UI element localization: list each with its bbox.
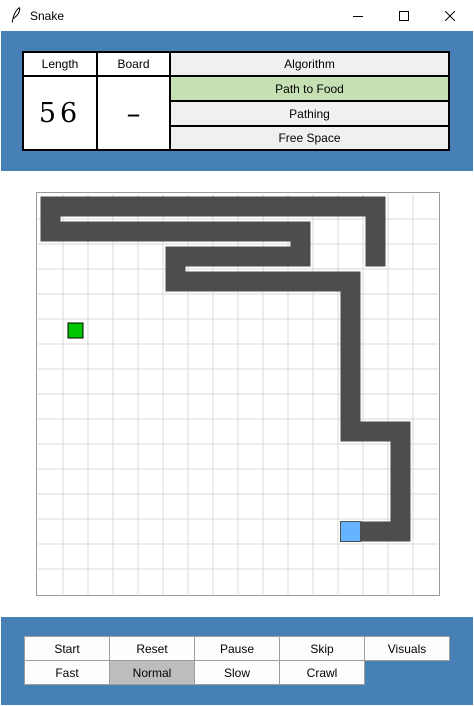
pause-button[interactable]: Pause bbox=[194, 636, 280, 661]
algorithm-option-free-space[interactable]: Free Space bbox=[171, 127, 448, 149]
length-header: Length bbox=[41, 57, 79, 71]
window-title: Snake bbox=[30, 9, 65, 23]
board-header: Board bbox=[117, 57, 150, 71]
close-icon bbox=[445, 10, 455, 21]
fast-button[interactable]: Fast bbox=[24, 660, 110, 685]
crawl-button[interactable]: Crawl bbox=[279, 660, 365, 685]
start-button[interactable]: Start bbox=[24, 636, 110, 661]
food bbox=[67, 322, 84, 339]
algorithm-option-pathing[interactable]: Pathing bbox=[171, 102, 448, 125]
board-value: – bbox=[126, 96, 141, 130]
maximize-button[interactable] bbox=[381, 0, 427, 31]
minimize-icon bbox=[353, 11, 363, 21]
snake-head bbox=[340, 521, 361, 542]
reset-button[interactable]: Reset bbox=[109, 636, 195, 661]
minimize-button[interactable] bbox=[335, 0, 381, 31]
controls-panel: Start Reset Pause Skip Visuals Fast Norm… bbox=[1, 617, 473, 705]
board-canvas bbox=[38, 194, 438, 594]
visuals-button[interactable]: Visuals bbox=[364, 636, 450, 661]
maximize-icon bbox=[399, 10, 409, 21]
algorithm-header: Algorithm bbox=[171, 53, 448, 75]
skip-button[interactable]: Skip bbox=[279, 636, 365, 661]
game-board[interactable] bbox=[36, 192, 440, 596]
normal-button[interactable]: Normal bbox=[109, 660, 195, 685]
slow-button[interactable]: Slow bbox=[194, 660, 280, 685]
game-area bbox=[1, 171, 473, 617]
stats-table: Length Board Algorithm 56 – Path to Food… bbox=[22, 51, 450, 151]
algorithm-option-path-to-food[interactable]: Path to Food bbox=[171, 77, 448, 100]
length-value: 56 bbox=[38, 97, 82, 129]
feather-icon bbox=[11, 7, 21, 23]
title-bar: Snake bbox=[0, 0, 474, 31]
stats-panel: Length Board Algorithm 56 – Path to Food… bbox=[1, 31, 473, 171]
close-button[interactable] bbox=[427, 0, 473, 31]
